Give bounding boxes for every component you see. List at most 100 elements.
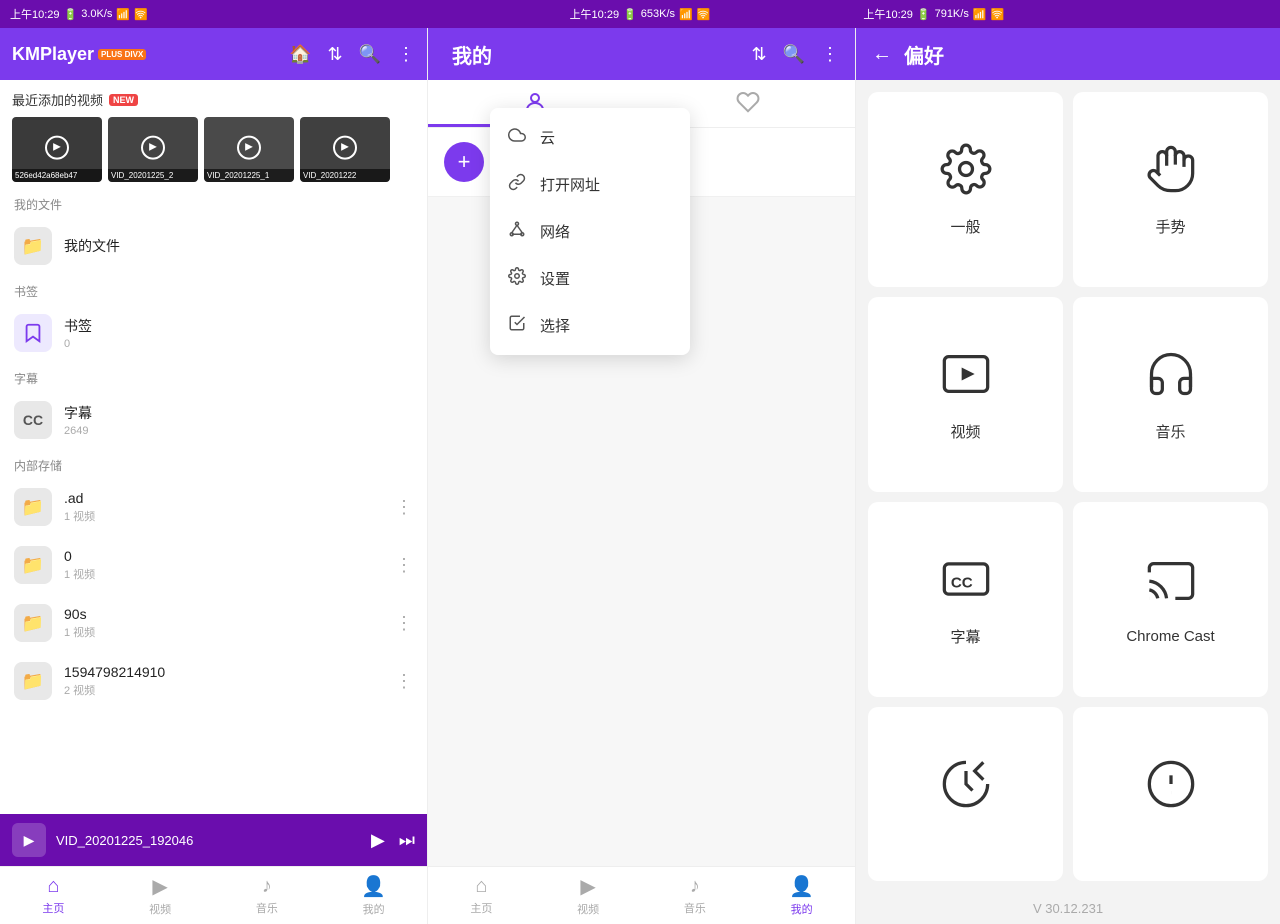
sort-icon[interactable]: ⇅ bbox=[327, 44, 342, 65]
logo-text: KMPlayer bbox=[12, 44, 94, 65]
nav-home-middle[interactable]: ⌂ 主页 bbox=[428, 875, 535, 916]
header-bar-left: KMPlayer PLUS DIVX 🏠 ⇅ 🔍 ⋮ bbox=[0, 28, 427, 80]
logo-badge: PLUS DIVX bbox=[98, 49, 146, 60]
panels-container: KMPlayer PLUS DIVX 🏠 ⇅ 🔍 ⋮ 最近添加的视频 NEW ▶ bbox=[0, 28, 1280, 924]
player-bar: ▶ VID_20201225_192046 ▶ ⏭ bbox=[0, 814, 427, 866]
more-btn-0[interactable]: ⋮ bbox=[395, 497, 413, 518]
thumb-1[interactable]: ▶ 526ed42a68eb47 bbox=[12, 117, 102, 182]
nav-music-left[interactable]: ♪ 音乐 bbox=[214, 875, 321, 916]
dropdown-select-label: 选择 bbox=[540, 315, 570, 336]
bookmark-icon bbox=[14, 314, 52, 352]
play-icon-1: ▶ bbox=[45, 135, 69, 159]
nav-music-middle[interactable]: ♪ 音乐 bbox=[642, 875, 749, 916]
music-nav-icon: ♪ bbox=[262, 875, 272, 898]
settings-card-subtitle[interactable]: CC 字幕 bbox=[868, 502, 1063, 697]
file-list: 最近添加的视频 NEW ▶ 526ed42a68eb47 ▶ VID_20201… bbox=[0, 80, 427, 814]
my-nav-label-m: 我的 bbox=[791, 901, 813, 917]
video-nav-label-m: 视频 bbox=[577, 901, 599, 917]
info-icon bbox=[1145, 758, 1197, 819]
bottom-nav-left: ⌂ 主页 ▶ 视频 ♪ 音乐 👤 我的 bbox=[0, 866, 427, 924]
more-icon[interactable]: ⋮ bbox=[397, 44, 415, 65]
nav-home-left[interactable]: ⌂ 主页 bbox=[0, 875, 107, 916]
header-icons-left: 🏠 ⇅ 🔍 ⋮ bbox=[289, 44, 415, 65]
thumb-label-3: VID_20201225_1 bbox=[204, 169, 294, 182]
battery-right: 🔋 bbox=[917, 8, 931, 21]
storage-item-0[interactable]: 📁 .ad 1 视频 ⋮ bbox=[0, 478, 427, 536]
thumb-3[interactable]: ▶ VID_20201225_1 bbox=[204, 117, 294, 182]
subtitle-name: 字幕 bbox=[64, 403, 413, 423]
settings-card-speed[interactable] bbox=[868, 707, 1063, 881]
general-icon bbox=[940, 143, 992, 204]
settings-card-video[interactable]: 视频 bbox=[868, 297, 1063, 492]
gesture-label: 手势 bbox=[1155, 216, 1185, 237]
my-files-item[interactable]: 📁 我的文件 bbox=[0, 217, 427, 275]
nav-video-left[interactable]: ▶ 视频 bbox=[107, 874, 214, 917]
dropdown-settings[interactable]: 设置 bbox=[490, 255, 690, 302]
back-button[interactable]: ← bbox=[872, 43, 892, 66]
player-title: VID_20201225_192046 bbox=[56, 833, 361, 848]
storage-item-3[interactable]: 📁 1594798214910 2 视频 ⋮ bbox=[0, 652, 427, 710]
dropdown-select[interactable]: 选择 bbox=[490, 302, 690, 349]
status-right: 上午10:29 🔋 791K/s 📶 🛜 bbox=[853, 6, 1280, 22]
nav-my-middle[interactable]: 👤 我的 bbox=[748, 874, 855, 917]
folder-icon: 📁 bbox=[14, 227, 52, 265]
status-left: 上午10:29 🔋 3.0K/s 📶 🛜 bbox=[0, 6, 427, 22]
dropdown-network[interactable]: 网络 bbox=[490, 208, 690, 255]
storage-name-3: 1594798214910 bbox=[64, 664, 383, 680]
settings-card-music[interactable]: 音乐 bbox=[1073, 297, 1268, 492]
wifi-center: 🛜 bbox=[697, 8, 711, 21]
home-icon[interactable]: 🏠 bbox=[289, 44, 311, 65]
time-right: 上午10:29 bbox=[863, 6, 913, 22]
more-btn-2[interactable]: ⋮ bbox=[395, 613, 413, 634]
select-icon bbox=[506, 314, 528, 337]
more-btn-3[interactable]: ⋮ bbox=[395, 671, 413, 692]
storage-info-1: 0 1 视频 bbox=[64, 548, 383, 582]
music-nav-label-m: 音乐 bbox=[684, 900, 706, 916]
storage-item-1[interactable]: 📁 0 1 视频 ⋮ bbox=[0, 536, 427, 594]
video-icon bbox=[940, 348, 992, 409]
subtitle-info: 字幕 2649 bbox=[64, 403, 413, 437]
bookmark-name: 书签 bbox=[64, 316, 413, 336]
cloud-icon bbox=[506, 126, 528, 149]
thumb-4[interactable]: ▶ VID_20201222 bbox=[300, 117, 390, 182]
battery-left: 🔋 bbox=[64, 8, 78, 21]
dropdown-cloud[interactable]: 云 bbox=[490, 114, 690, 161]
network-icon bbox=[506, 220, 528, 243]
storage-item-2[interactable]: 📁 90s 1 视频 ⋮ bbox=[0, 594, 427, 652]
video-thumbnails: ▶ 526ed42a68eb47 ▶ VID_20201225_2 ▶ VID_… bbox=[12, 117, 415, 182]
more-btn-1[interactable]: ⋮ bbox=[395, 555, 413, 576]
subtitle-item[interactable]: CC 字幕 2649 bbox=[0, 391, 427, 449]
storage-name-0: .ad bbox=[64, 490, 383, 506]
next-button[interactable]: ⏭ bbox=[399, 830, 415, 851]
settings-card-chromecast[interactable]: Chrome Cast bbox=[1073, 502, 1268, 697]
svg-text:CC: CC bbox=[950, 574, 972, 591]
header-bar-middle: 我的 ⇅ 🔍 ⋮ bbox=[428, 28, 855, 80]
sort-icon-middle[interactable]: ⇅ bbox=[751, 44, 766, 65]
bookmark-item[interactable]: 书签 0 bbox=[0, 304, 427, 362]
search-icon[interactable]: 🔍 bbox=[359, 44, 381, 65]
search-icon-middle[interactable]: 🔍 bbox=[783, 44, 805, 65]
play-icon-2: ▶ bbox=[141, 135, 165, 159]
right-title: 偏好 bbox=[904, 40, 944, 69]
player-controls: ▶ ⏭ bbox=[371, 830, 415, 851]
bookmark-count: 0 bbox=[64, 338, 413, 350]
settings-card-gesture[interactable]: 手势 bbox=[1073, 92, 1268, 287]
dropdown-menu: 云 打开网址 网络 bbox=[490, 108, 690, 355]
subtitle-header: 字幕 bbox=[0, 362, 427, 391]
settings-card-info[interactable] bbox=[1073, 707, 1268, 881]
version-text: V 30.12.231 bbox=[856, 893, 1280, 924]
nav-video-middle[interactable]: ▶ 视频 bbox=[535, 874, 642, 917]
settings-card-general[interactable]: 一般 bbox=[868, 92, 1063, 287]
thumb-2[interactable]: ▶ VID_20201225_2 bbox=[108, 117, 198, 182]
bookmark-header: 书签 bbox=[0, 275, 427, 304]
bottom-nav-middle: ⌂ 主页 ▶ 视频 ♪ 音乐 👤 我的 bbox=[428, 866, 855, 924]
my-files-header: 我的文件 bbox=[0, 188, 427, 217]
nav-my-left[interactable]: 👤 我的 bbox=[320, 874, 427, 917]
dropdown-url[interactable]: 打开网址 bbox=[490, 161, 690, 208]
video-label: 视频 bbox=[950, 421, 980, 442]
speed-left: 3.0K/s bbox=[81, 8, 112, 20]
more-icon-middle[interactable]: ⋮ bbox=[821, 44, 839, 65]
my-nav-label: 我的 bbox=[363, 901, 385, 917]
play-button[interactable]: ▶ bbox=[371, 830, 385, 851]
panel-right: ← 偏好 一般 bbox=[856, 28, 1280, 924]
